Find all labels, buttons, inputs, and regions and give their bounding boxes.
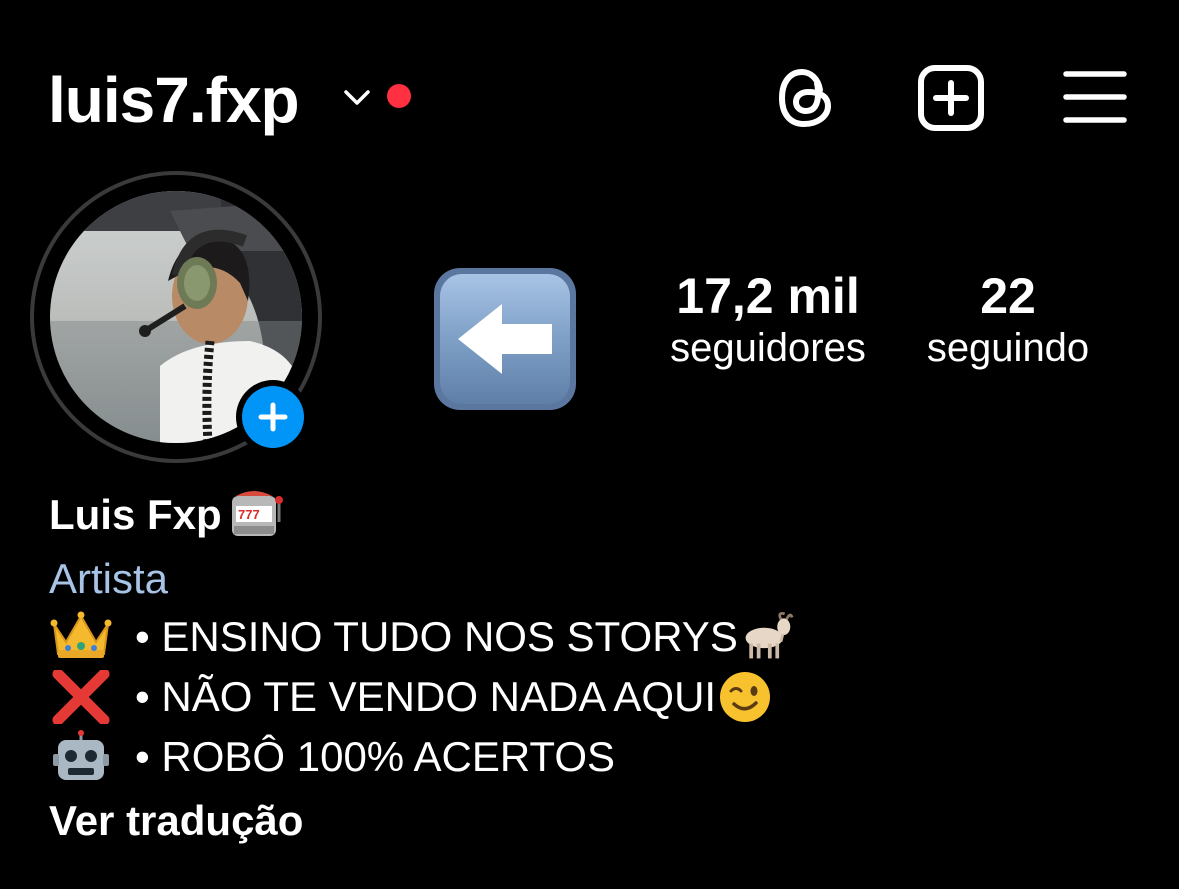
cross-mark-emoji <box>49 670 113 724</box>
add-story-button[interactable] <box>236 380 310 454</box>
bio-line-text: • NÃO TE VENDO NADA AQUI <box>135 673 717 720</box>
display-name-text: Luis Fxp <box>49 491 222 538</box>
winking-face-emoji <box>718 670 772 724</box>
notification-dot <box>387 84 411 108</box>
see-translation-link[interactable]: Ver tradução <box>49 794 303 848</box>
following-label: seguindo <box>926 326 1090 370</box>
left-arrow-emoji <box>432 266 578 412</box>
bio-line-text: • ROBÔ 100% ACERTOS <box>135 733 616 780</box>
following-stat[interactable]: 22 seguindo <box>898 268 1118 372</box>
display-name: Luis Fxp 777 <box>49 488 286 542</box>
create-plus-icon[interactable] <box>914 64 988 132</box>
bio-line-text: • ENSINO TUDO NOS STORYS <box>135 613 738 660</box>
category-label: Artista <box>49 555 169 602</box>
plus-icon <box>242 386 304 448</box>
slot-machine-emoji: 777 <box>226 488 286 542</box>
profile-username[interactable]: luis7.fxp <box>48 62 300 138</box>
hamburger-menu-icon[interactable] <box>1062 68 1128 126</box>
goat-emoji <box>740 610 794 664</box>
followers-stat[interactable]: 17,2 mil seguidores <box>652 268 884 372</box>
bio-line: • NÃO TE VENDO NADA AQUI <box>49 670 772 724</box>
followers-label: seguidores <box>670 326 866 370</box>
robot-emoji <box>49 730 113 784</box>
chevron-down-icon[interactable] <box>340 84 374 110</box>
svg-text:777: 777 <box>238 507 260 522</box>
crown-emoji <box>49 610 113 664</box>
threads-icon[interactable] <box>772 64 840 132</box>
followers-count: 17,2 mil <box>676 268 860 324</box>
following-count: 22 <box>980 268 1036 324</box>
bio-line: • ENSINO TUDO NOS STORYS <box>49 610 794 664</box>
bio-line: • ROBÔ 100% ACERTOS <box>49 730 615 784</box>
